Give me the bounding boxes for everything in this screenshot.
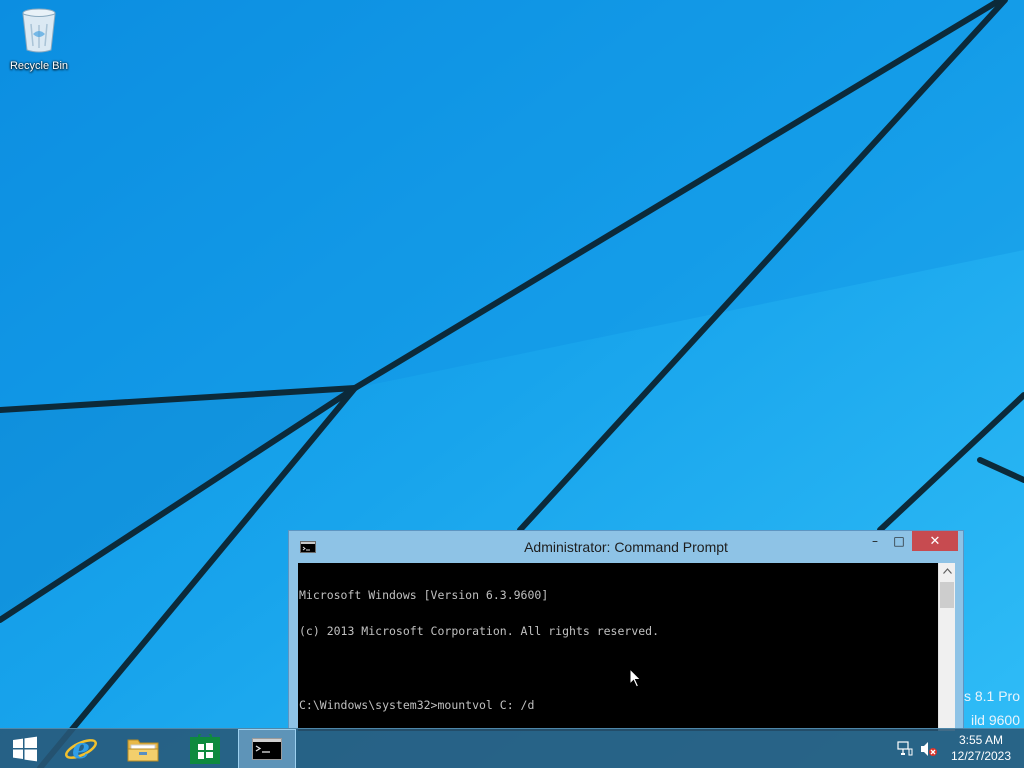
recycle-bin-label: Recycle Bin bbox=[9, 60, 69, 72]
console-line: (c) 2013 Microsoft Corporation. All righ… bbox=[299, 624, 660, 639]
clock-date: 12/27/2023 bbox=[950, 749, 1012, 763]
mouse-pointer-icon bbox=[629, 668, 642, 688]
taskbar-file-explorer[interactable] bbox=[114, 729, 172, 768]
watermark-edition: s 8.1 Pro bbox=[963, 688, 1020, 704]
console-output[interactable]: Microsoft Windows [Version 6.3.9600] (c)… bbox=[298, 563, 938, 731]
windows-edition-watermark: s 8.1 Pro ild 9600 bbox=[960, 684, 1020, 732]
minimize-button[interactable]: – bbox=[862, 531, 888, 551]
volume-muted-icon[interactable] bbox=[920, 741, 938, 757]
system-clock[interactable]: 3:55 AM 12/27/2023 bbox=[946, 732, 1016, 764]
command-prompt-window[interactable]: Administrator: Command Prompt – □ ✕ Micr… bbox=[288, 530, 964, 731]
clock-time: 3:55 AM bbox=[958, 733, 1004, 747]
taskbar-command-prompt[interactable] bbox=[238, 729, 296, 768]
windows-logo-icon bbox=[13, 736, 37, 762]
internet-explorer-icon: e bbox=[65, 733, 97, 765]
taskbar-internet-explorer[interactable]: e bbox=[52, 729, 110, 768]
close-button[interactable]: ✕ bbox=[912, 531, 958, 551]
desktop-icon-recycle-bin[interactable]: Recycle Bin bbox=[4, 6, 74, 78]
window-titlebar[interactable]: Administrator: Command Prompt – □ ✕ bbox=[289, 531, 963, 563]
scrollbar-thumb[interactable] bbox=[940, 582, 954, 608]
folder-icon bbox=[127, 739, 159, 762]
start-button[interactable] bbox=[0, 729, 50, 768]
svg-text:e: e bbox=[72, 733, 90, 765]
console-line: Microsoft Windows [Version 6.3.9600] bbox=[299, 587, 549, 602]
console-line: C:\Windows\system32>mountvol C: /d bbox=[299, 697, 535, 712]
vertical-scrollbar[interactable] bbox=[938, 563, 955, 731]
taskbar-store[interactable] bbox=[176, 729, 234, 768]
store-icon bbox=[190, 734, 220, 764]
network-icon[interactable] bbox=[897, 741, 913, 757]
taskbar: e 3:55 AM 12/27/2023 bbox=[0, 728, 1024, 768]
recycle-bin-icon bbox=[22, 8, 56, 53]
scroll-up-arrow-icon[interactable] bbox=[943, 568, 952, 574]
command-prompt-icon bbox=[252, 738, 282, 760]
maximize-button[interactable]: □ bbox=[886, 531, 912, 551]
